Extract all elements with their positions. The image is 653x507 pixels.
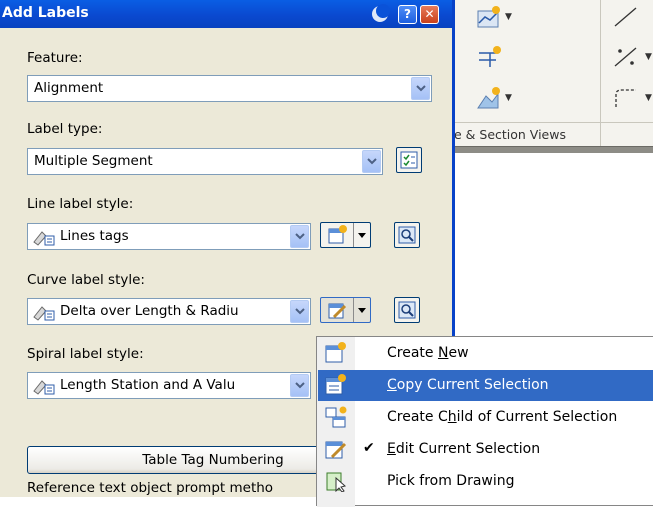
chevron-down-icon[interactable] xyxy=(362,150,381,173)
menu-item-label: Pick from Drawing xyxy=(387,473,515,489)
curve-tool-icon xyxy=(615,89,636,107)
label-type-details-button[interactable] xyxy=(396,147,422,173)
edit-style-icon[interactable] xyxy=(321,298,354,322)
preview-icon xyxy=(398,301,416,319)
ribbon-tool-2-button[interactable] xyxy=(476,44,502,70)
menu-item-label: Create New xyxy=(387,345,469,361)
spiral-label-style-value: Length Station and A Valu xyxy=(60,377,236,393)
help-button[interactable]: ? xyxy=(398,5,417,24)
curve-label-style-select[interactable]: Delta over Length & Radiu xyxy=(27,298,311,325)
checklist-icon xyxy=(400,151,418,169)
section-view-icon xyxy=(477,87,500,109)
chevron-down-icon: ▼ xyxy=(505,12,512,22)
label-type-value: Multiple Segment xyxy=(34,153,153,169)
menu-item-edit-selection[interactable]: ✔ Edit Current Selection xyxy=(318,434,653,465)
ribbon-tool-3-button[interactable]: ▼ xyxy=(476,85,512,111)
chevron-down-icon[interactable] xyxy=(290,225,309,248)
profile-view-icon xyxy=(477,6,500,28)
sample-lines-icon xyxy=(479,46,501,67)
line-label-style-value: Lines tags xyxy=(60,228,129,244)
label-type-label: Label type: xyxy=(27,121,103,137)
menu-item-label: Edit Current Selection xyxy=(387,441,541,457)
ribbon-bottom-bar xyxy=(452,146,653,153)
create-style-icon[interactable] xyxy=(321,223,354,247)
spiral-label-style-label: Spiral label style: xyxy=(27,346,144,362)
chevron-down-icon: ▼ xyxy=(645,93,652,103)
spiral-label-style-select[interactable]: Length Station and A Valu xyxy=(27,372,311,399)
create-child-icon xyxy=(324,406,348,432)
label-style-icon xyxy=(33,306,55,321)
menu-item-pick-drawing[interactable]: Pick from Drawing xyxy=(318,466,653,497)
menu-item-label: Copy Current Selection xyxy=(387,377,549,393)
menu-item-copy-selection[interactable]: Copy Current Selection xyxy=(318,370,653,401)
curve-style-preview-button[interactable] xyxy=(394,297,420,323)
chevron-down-icon: ▼ xyxy=(645,52,652,62)
label-style-icon xyxy=(33,380,55,395)
curve-label-style-label: Curve label style: xyxy=(27,272,145,288)
line-tool-icon xyxy=(614,7,637,27)
chevron-down-icon: ▼ xyxy=(505,93,512,103)
preview-icon xyxy=(398,226,416,244)
line-label-style-select[interactable]: Lines tags xyxy=(27,223,311,250)
copy-selection-icon xyxy=(324,374,348,400)
edit-selection-icon xyxy=(324,438,348,464)
style-context-menu: Create New Copy Current Selection Create C… xyxy=(316,336,653,507)
menu-item-create-child[interactable]: Create Child of Current Selection xyxy=(318,402,653,433)
feature-value: Alignment xyxy=(34,80,104,96)
chevron-down-icon[interactable] xyxy=(354,223,370,247)
chevron-down-icon[interactable] xyxy=(290,374,309,397)
chevron-down-icon[interactable] xyxy=(411,77,430,100)
ribbon-tool-1-button[interactable]: ▼ xyxy=(476,4,512,30)
ribbon-panel-title: e & Section Views xyxy=(452,122,600,147)
create-new-icon xyxy=(324,342,348,368)
checkmark-icon: ✔ xyxy=(363,440,375,456)
point-tool-icon xyxy=(614,47,637,67)
table-tag-numbering-button[interactable]: Table Tag Numbering xyxy=(27,446,319,474)
label-type-select[interactable]: Multiple Segment xyxy=(27,148,383,175)
line-style-options-button[interactable] xyxy=(320,222,371,248)
chevron-down-icon[interactable] xyxy=(290,300,309,323)
line-style-preview-button[interactable] xyxy=(394,222,420,248)
rollup-icon[interactable] xyxy=(370,4,390,24)
curve-style-options-button[interactable] xyxy=(320,297,371,323)
feature-select[interactable]: Alignment xyxy=(27,75,432,102)
reference-text-label: Reference text object prompt metho xyxy=(27,480,274,496)
ribbon-curve-tool-button[interactable]: ▼ xyxy=(612,85,652,111)
feature-label: Feature: xyxy=(27,50,83,66)
menu-item-label: Create Child of Current Selection xyxy=(387,409,618,425)
curve-label-style-value: Delta over Length & Radiu xyxy=(60,303,239,319)
pick-drawing-icon xyxy=(324,470,348,496)
ribbon-line-tool-button[interactable] xyxy=(612,4,642,30)
line-label-style-label: Line label style: xyxy=(27,196,134,212)
close-button[interactable]: ✕ xyxy=(420,5,439,24)
dialog-title: Add Labels xyxy=(2,5,89,21)
ribbon-point-tool-button[interactable]: ▼ xyxy=(612,44,652,70)
ribbon-panel-title-right xyxy=(601,122,653,147)
dialog-title-bar[interactable]: Add Labels ? ✕ xyxy=(0,0,452,28)
menu-item-create-new[interactable]: Create New xyxy=(318,338,653,369)
label-style-icon xyxy=(33,231,55,246)
chevron-down-icon[interactable] xyxy=(354,298,370,322)
